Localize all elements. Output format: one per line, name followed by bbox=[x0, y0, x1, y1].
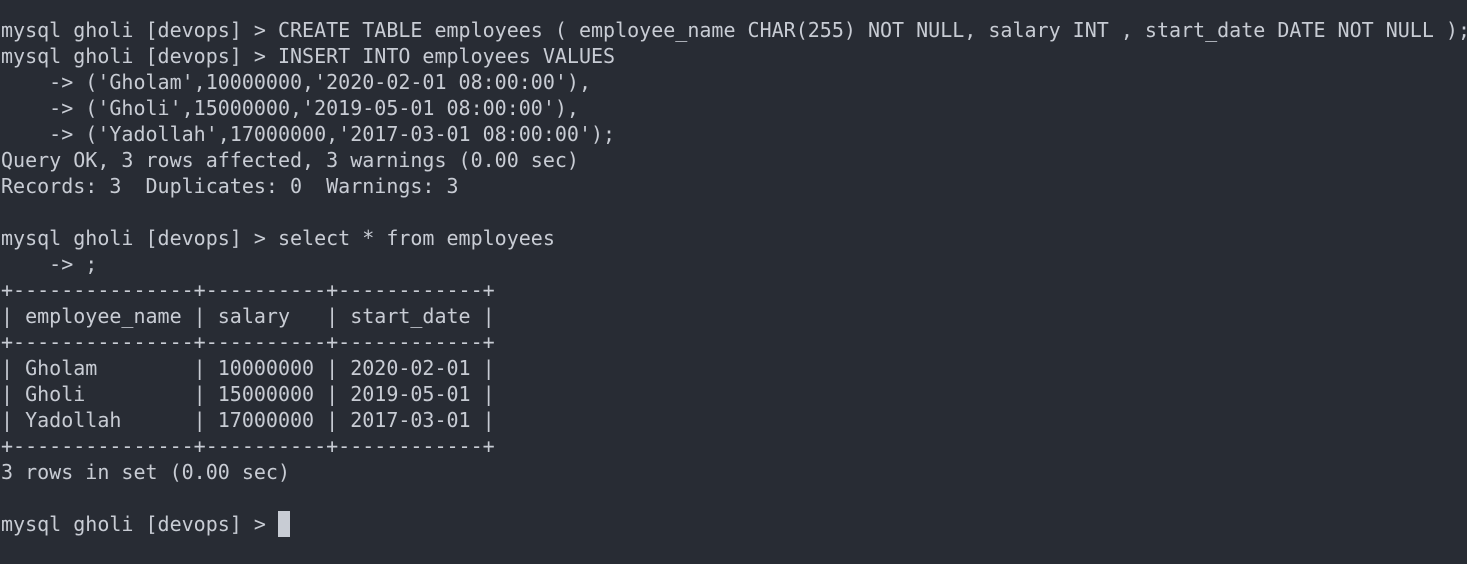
result-table-header: | employee_name | salary | start_date | bbox=[1, 304, 495, 328]
terminal-line-rows-in-set: 3 rows in set (0.00 sec) bbox=[1, 460, 290, 484]
result-table-border-bottom: +---------------+----------+------------… bbox=[1, 434, 495, 458]
result-table-row: | Gholam | 10000000 | 2020-02-01 | bbox=[1, 356, 495, 380]
result-table-border-top: +---------------+----------+------------… bbox=[1, 278, 495, 302]
terminal-prompt: mysql gholi [devops] > bbox=[1, 512, 278, 536]
terminal-line-query-ok: Query OK, 3 rows affected, 3 warnings (0… bbox=[1, 148, 579, 172]
result-table-border-mid: +---------------+----------+------------… bbox=[1, 330, 495, 354]
terminal-prompt-line[interactable]: mysql gholi [devops] > bbox=[1, 511, 1467, 537]
terminal-cursor[interactable] bbox=[277, 511, 290, 537]
result-table-row: | Gholi | 15000000 | 2019-05-01 | bbox=[1, 382, 495, 406]
terminal-line-create-table: mysql gholi [devops] > CREATE TABLE empl… bbox=[1, 18, 1467, 42]
terminal-line-records: Records: 3 Duplicates: 0 Warnings: 3 bbox=[1, 174, 459, 198]
result-table-row: | Yadollah | 17000000 | 2017-03-01 | bbox=[1, 408, 495, 432]
terminal-line-insert: mysql gholi [devops] > INSERT INTO emplo… bbox=[1, 44, 616, 68]
terminal-line-select: mysql gholi [devops] > select * from emp… bbox=[1, 226, 555, 250]
terminal-line-insert-row-1: -> ('Gholam',10000000,'2020-02-01 08:00:… bbox=[1, 70, 592, 94]
terminal-output[interactable]: mysql gholi [devops] > CREATE TABLE empl… bbox=[1, 17, 1467, 537]
terminal-line-insert-row-2: -> ('Gholi',15000000,'2019-05-01 08:00:0… bbox=[1, 96, 579, 120]
terminal-line-select-continuation: -> ; bbox=[1, 252, 98, 276]
terminal-line-insert-row-3: -> ('Yadollah',17000000,'2017-03-01 08:0… bbox=[1, 122, 616, 146]
